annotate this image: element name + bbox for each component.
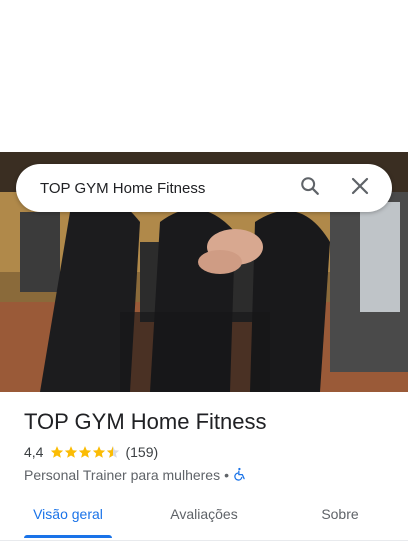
clear-button[interactable] [342, 170, 378, 206]
wheelchair-icon [233, 467, 247, 484]
search-bar[interactable]: TOP GYM Home Fitness [16, 164, 392, 212]
tabs-divider [0, 540, 408, 541]
tab-reviews[interactable]: Avaliações [136, 492, 272, 544]
search-button[interactable] [292, 170, 328, 206]
star-icon [92, 445, 106, 459]
rating-value: 4,4 [24, 444, 44, 460]
tab-label: Visão geral [33, 506, 103, 522]
close-icon [351, 177, 369, 200]
tab-label: Avaliações [170, 506, 238, 522]
tab-about[interactable]: Sobre [272, 492, 408, 544]
place-info: TOP GYM Home Fitness 4,4 (159) Personal … [24, 408, 392, 485]
place-tabs: Visão geral Avaliações Sobre [0, 492, 408, 544]
star-icon [64, 445, 78, 459]
category-row: Personal Trainer para mulheres • [24, 465, 392, 485]
place-category: Personal Trainer para mulheres [24, 467, 221, 483]
search-icon [299, 175, 321, 202]
place-title: TOP GYM Home Fitness [24, 409, 267, 434]
rating-row[interactable]: 4,4 (159) [24, 442, 392, 462]
active-tab-indicator [24, 535, 112, 538]
star-icon [78, 445, 92, 459]
review-count[interactable]: (159) [125, 444, 158, 460]
separator: • [224, 467, 230, 483]
star-rating [50, 445, 120, 459]
tab-label: Sobre [321, 506, 359, 522]
search-input[interactable]: TOP GYM Home Fitness [40, 180, 292, 197]
star-icon [50, 445, 64, 459]
star-half-icon [106, 445, 120, 459]
tab-overview[interactable]: Visão geral [0, 492, 136, 544]
